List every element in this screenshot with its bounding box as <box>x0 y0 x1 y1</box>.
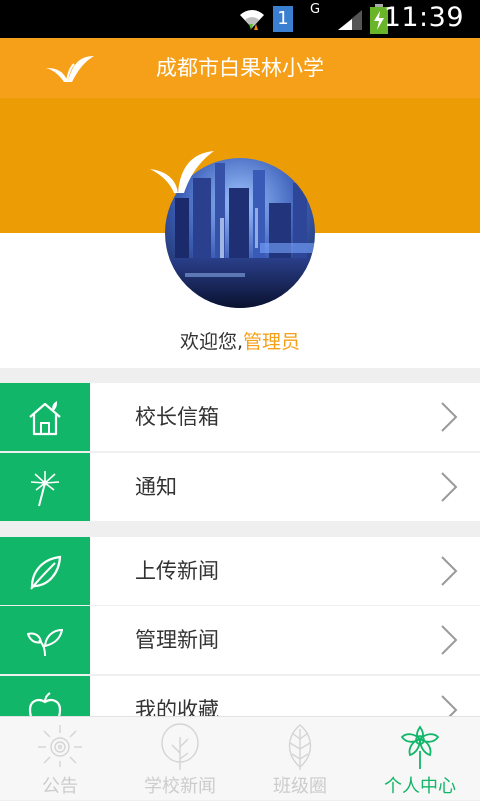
sprout-icon <box>27 628 63 657</box>
dandelion-icon <box>30 471 60 507</box>
tab-label: 个人中心 <box>384 776 456 797</box>
tab-label: 学校新闻 <box>144 776 216 797</box>
menu-icon-box <box>0 537 90 605</box>
chevron-right-icon <box>441 556 458 586</box>
menu-icon-box <box>0 606 90 674</box>
chevron-right-icon <box>441 402 458 432</box>
house-icon <box>29 401 61 436</box>
tree-icon <box>161 723 199 770</box>
chevron-right-icon <box>441 625 458 655</box>
network-type-label: G <box>310 2 321 17</box>
tab-school-news[interactable]: 学校新闻 <box>120 717 240 801</box>
leaf-icon <box>30 555 62 590</box>
status-bar: 1 G 11:39 <box>0 0 480 38</box>
sim-badge: 1 <box>273 6 293 32</box>
menu-item-label: 上传新闻 <box>135 559 219 583</box>
header-bar: 成都市白果林小学 <box>0 38 480 98</box>
leaf-outline-icon <box>288 724 312 770</box>
tab-class-circle[interactable]: 班级圈 <box>240 717 360 801</box>
chevron-right-icon <box>441 472 458 502</box>
menu-item-label: 通知 <box>135 475 177 499</box>
welcome-prefix: 欢迎您, <box>179 331 244 353</box>
menu-item-upload-news[interactable]: 上传新闻 <box>0 537 480 605</box>
tab-label: 班级圈 <box>273 776 327 797</box>
wifi-icon <box>240 10 264 30</box>
menu-item-label: 校长信箱 <box>135 405 219 429</box>
menu-item-manage-news[interactable]: 管理新闻 <box>0 606 480 674</box>
signal-icon <box>338 10 362 30</box>
menu-icon-box <box>0 383 90 451</box>
menu-icon-box <box>0 453 90 521</box>
sun-icon <box>38 725 82 767</box>
clock: 11:39 <box>383 2 464 33</box>
avatar-leaf-icon <box>150 151 214 193</box>
menu-item-label: 管理新闻 <box>135 628 219 652</box>
tab-personal-center[interactable]: 个人中心 <box>360 717 480 801</box>
flower-icon <box>400 725 440 769</box>
tab-announcements[interactable]: 公告 <box>0 717 120 801</box>
menu-item-notice[interactable]: 通知 <box>0 453 480 521</box>
welcome-text: 欢迎您,管理员 <box>0 327 480 354</box>
tab-label: 公告 <box>42 776 78 797</box>
bottom-tab-bar: 公告 学校新闻 班级圈 个人中心 <box>0 716 480 800</box>
page-title: 成都市白果林小学 <box>156 56 324 80</box>
user-name: 管理员 <box>243 331 301 353</box>
menu-item-principal-mailbox[interactable]: 校长信箱 <box>0 383 480 451</box>
